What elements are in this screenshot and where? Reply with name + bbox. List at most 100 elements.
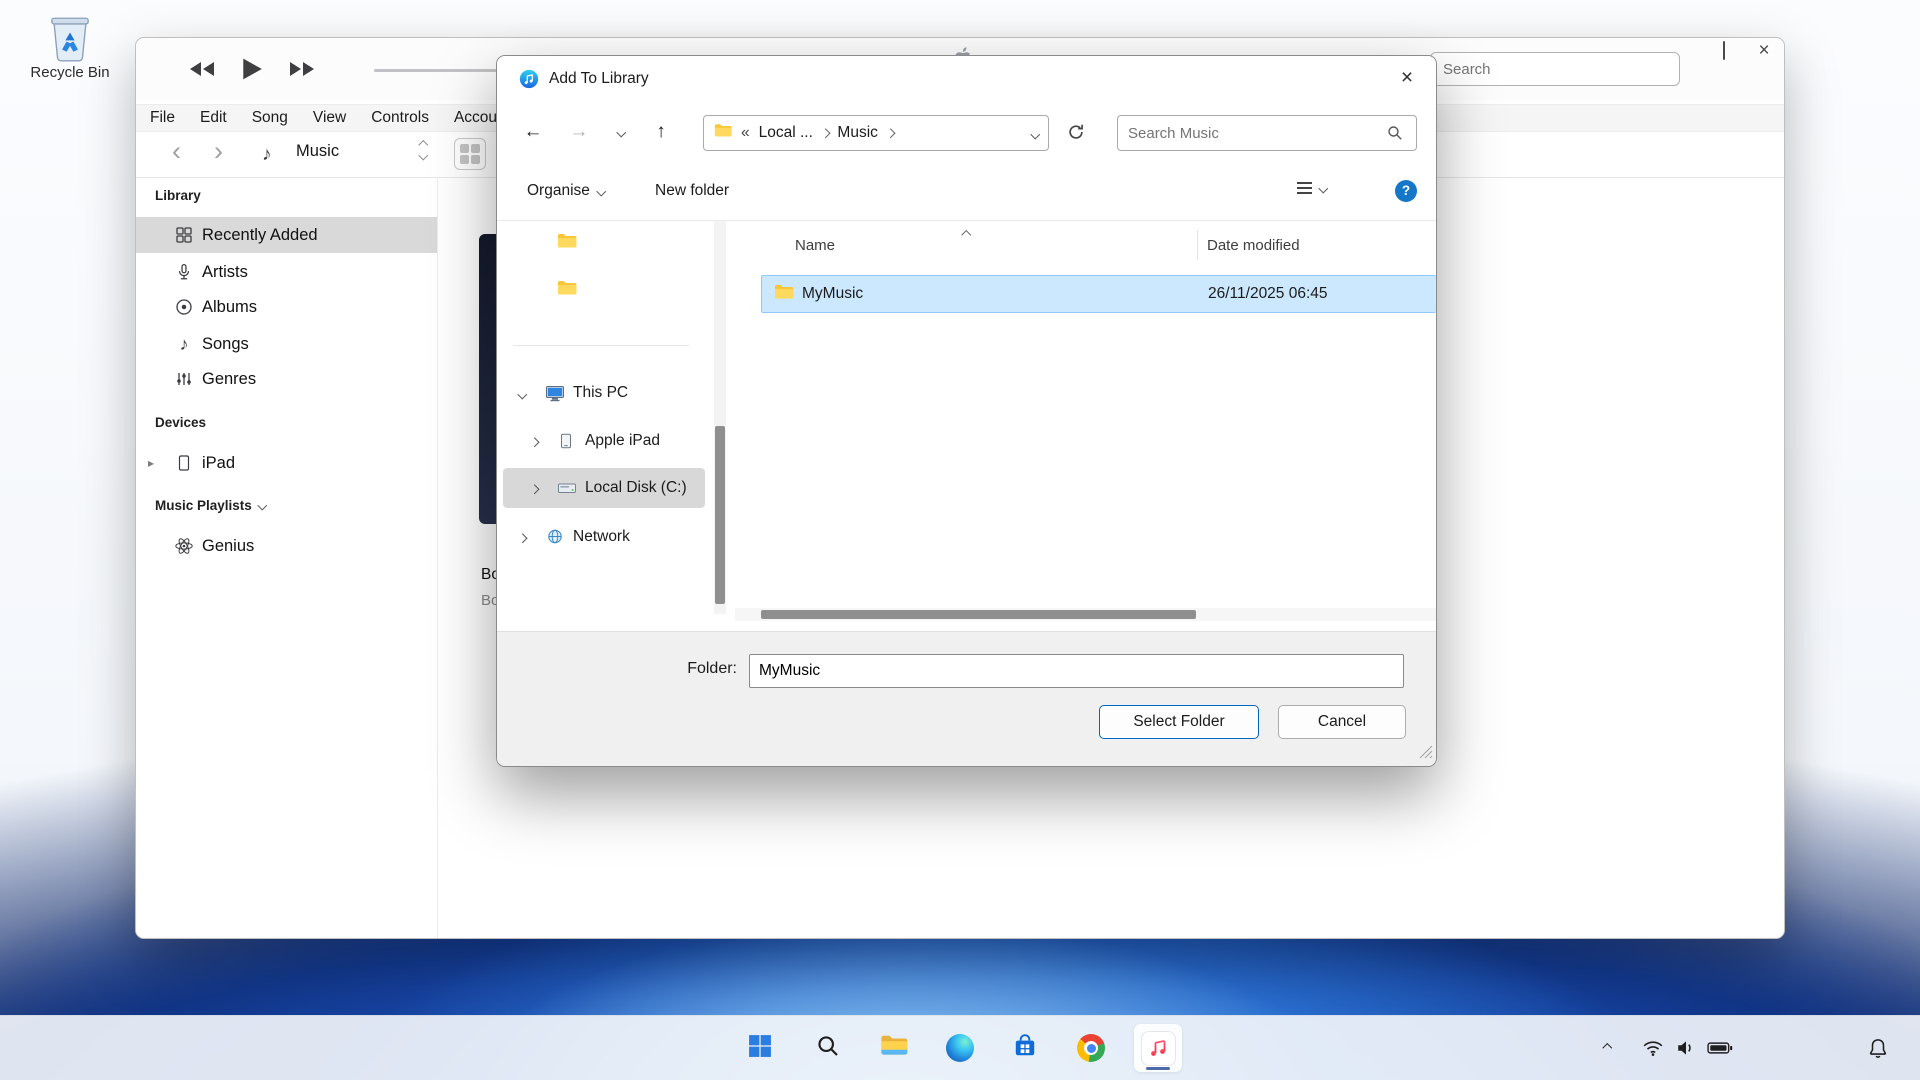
dialog-search-magnifier-icon[interactable]: [1387, 125, 1403, 146]
tree-divider: [513, 345, 689, 346]
media-kind-dropdown[interactable]: Music: [296, 142, 339, 161]
sidebar-item-genius[interactable]: Genius: [136, 528, 437, 564]
music-playlists-header[interactable]: Music Playlists: [155, 498, 265, 513]
playlists-collapse-icon[interactable]: [257, 501, 266, 510]
notification-bell-icon[interactable]: [1862, 1034, 1894, 1062]
tray-chevron-up-icon[interactable]: [1594, 1034, 1620, 1062]
recycle-bin[interactable]: Recycle Bin: [28, 12, 112, 81]
dialog-search-input[interactable]: [1117, 115, 1417, 151]
file-date-modified: 26/11/2025 06:45: [1208, 285, 1328, 303]
menu-view[interactable]: View: [313, 109, 346, 127]
taskbar-search-button[interactable]: [804, 1024, 852, 1072]
battery-icon[interactable]: [1704, 1034, 1736, 1062]
edge-icon: [946, 1034, 974, 1062]
resize-grip[interactable]: [1419, 745, 1433, 764]
view-options-icon: [1297, 182, 1312, 194]
folder-name-input[interactable]: [749, 654, 1404, 688]
column-header-name[interactable]: Name: [795, 232, 835, 260]
new-folder-button[interactable]: New folder: [655, 182, 729, 200]
sidebar-item-albums[interactable]: Albums: [136, 289, 437, 325]
tree-item-this-pc[interactable]: This PC: [503, 373, 705, 413]
ipad-icon: [174, 453, 194, 473]
itunes-search-input[interactable]: [1430, 52, 1680, 86]
tree-scrollbar-thumb[interactable]: [715, 426, 725, 604]
list-horizontal-scrollbar-thumb[interactable]: [761, 610, 1196, 619]
organise-button[interactable]: Organise: [527, 182, 604, 200]
devices-header: Devices: [155, 415, 206, 430]
nav-forward-icon[interactable]: ›: [214, 136, 223, 167]
cancel-button[interactable]: Cancel: [1278, 705, 1406, 739]
tree-item-local-disk-c[interactable]: Local Disk (C:): [503, 468, 705, 508]
menu-edit[interactable]: Edit: [200, 109, 227, 127]
back-arrow-icon[interactable]: ←: [517, 116, 549, 148]
organise-chevron-icon: [597, 186, 606, 195]
network-icon: [545, 528, 565, 546]
folder-icon: [774, 284, 794, 305]
select-folder-button[interactable]: Select Folder: [1099, 705, 1259, 739]
speaker-icon[interactable]: [1672, 1034, 1700, 1062]
start-button[interactable]: [736, 1024, 784, 1072]
tree-scrollbar[interactable]: [714, 221, 726, 614]
crumb-current[interactable]: Music: [837, 124, 877, 142]
folder-icon: [557, 280, 577, 298]
dialog-app-icon: [519, 69, 539, 94]
view-grid-icon[interactable]: [454, 138, 486, 170]
disclosure-triangle-icon[interactable]: ▸: [148, 456, 154, 470]
chevron-down-icon[interactable]: [519, 384, 526, 402]
add-to-library-dialog: Add To Library × ← → ↑ « Local ... Music: [496, 55, 1437, 767]
apple-music-button[interactable]: [1134, 1024, 1182, 1072]
help-icon[interactable]: ?: [1395, 180, 1417, 202]
microphone-icon: [174, 262, 194, 282]
tree-folder-item[interactable]: [503, 269, 705, 309]
sidebar-item-ipad[interactable]: ▸ iPad: [136, 445, 437, 481]
crumb-chevron-icon: [886, 128, 895, 137]
address-bar[interactable]: « Local ... Music: [703, 115, 1049, 151]
chevron-right-icon[interactable]: [531, 432, 538, 450]
sort-ascending-icon[interactable]: [963, 225, 970, 243]
forward-arrow-icon[interactable]: →: [563, 116, 595, 148]
view-options-chevron-icon: [1319, 183, 1328, 192]
refresh-icon[interactable]: [1067, 123, 1085, 146]
microsoft-store-button[interactable]: [1001, 1024, 1049, 1072]
address-dropdown-icon[interactable]: [1032, 124, 1039, 142]
tree-folder-item[interactable]: [503, 222, 705, 262]
wifi-icon[interactable]: [1638, 1034, 1668, 1062]
chrome-button[interactable]: [1067, 1024, 1115, 1072]
search-icon: [816, 1034, 840, 1063]
fast-forward-button[interactable]: [288, 60, 316, 78]
menu-song[interactable]: Song: [252, 109, 288, 127]
tree-item-apple-ipad[interactable]: Apple iPad: [503, 421, 705, 461]
chevron-right-icon[interactable]: [519, 528, 526, 546]
media-kind-stepper-icon[interactable]: [420, 142, 427, 158]
column-header-date-modified[interactable]: Date modified: [1207, 232, 1300, 260]
tree-item-network[interactable]: Network: [503, 517, 705, 557]
sidebar-item-artists[interactable]: Artists: [136, 254, 437, 290]
menu-controls[interactable]: Controls: [371, 109, 429, 127]
nav-back-icon[interactable]: ‹: [172, 136, 181, 167]
sidebar-item-genres[interactable]: Genres: [136, 361, 437, 397]
play-button[interactable]: [240, 56, 264, 82]
file-row-mymusic[interactable]: MyMusic 26/11/2025 06:45: [761, 275, 1436, 313]
list-horizontal-scrollbar[interactable]: [735, 608, 1436, 621]
view-options-button[interactable]: [1297, 182, 1327, 194]
up-arrow-icon[interactable]: ↑: [645, 116, 677, 148]
close-button[interactable]: ×: [1756, 43, 1772, 59]
this-pc-icon: [545, 384, 565, 402]
file-explorer-button[interactable]: [870, 1024, 918, 1072]
sidebar-item-recently-added[interactable]: Recently Added: [136, 217, 437, 253]
recent-locations-icon[interactable]: [605, 116, 637, 148]
column-divider[interactable]: [1197, 230, 1198, 260]
edge-button[interactable]: [936, 1024, 984, 1072]
tablet-icon: [557, 432, 577, 450]
collapsed-crumbs[interactable]: «: [741, 124, 750, 142]
maximize-button[interactable]: [1716, 42, 1732, 60]
dialog-close-icon[interactable]: ×: [1388, 64, 1426, 94]
menu-file[interactable]: File: [150, 109, 175, 127]
rewind-button[interactable]: [188, 60, 216, 78]
dialog-title: Add To Library: [549, 56, 649, 102]
chevron-right-icon[interactable]: [531, 479, 538, 497]
crumb-chevron-icon: [821, 128, 830, 137]
crumb-parent[interactable]: Local ...: [759, 124, 813, 142]
music-note-icon: ♪: [262, 144, 272, 166]
sidebar-item-songs[interactable]: ♪ Songs: [136, 326, 437, 362]
